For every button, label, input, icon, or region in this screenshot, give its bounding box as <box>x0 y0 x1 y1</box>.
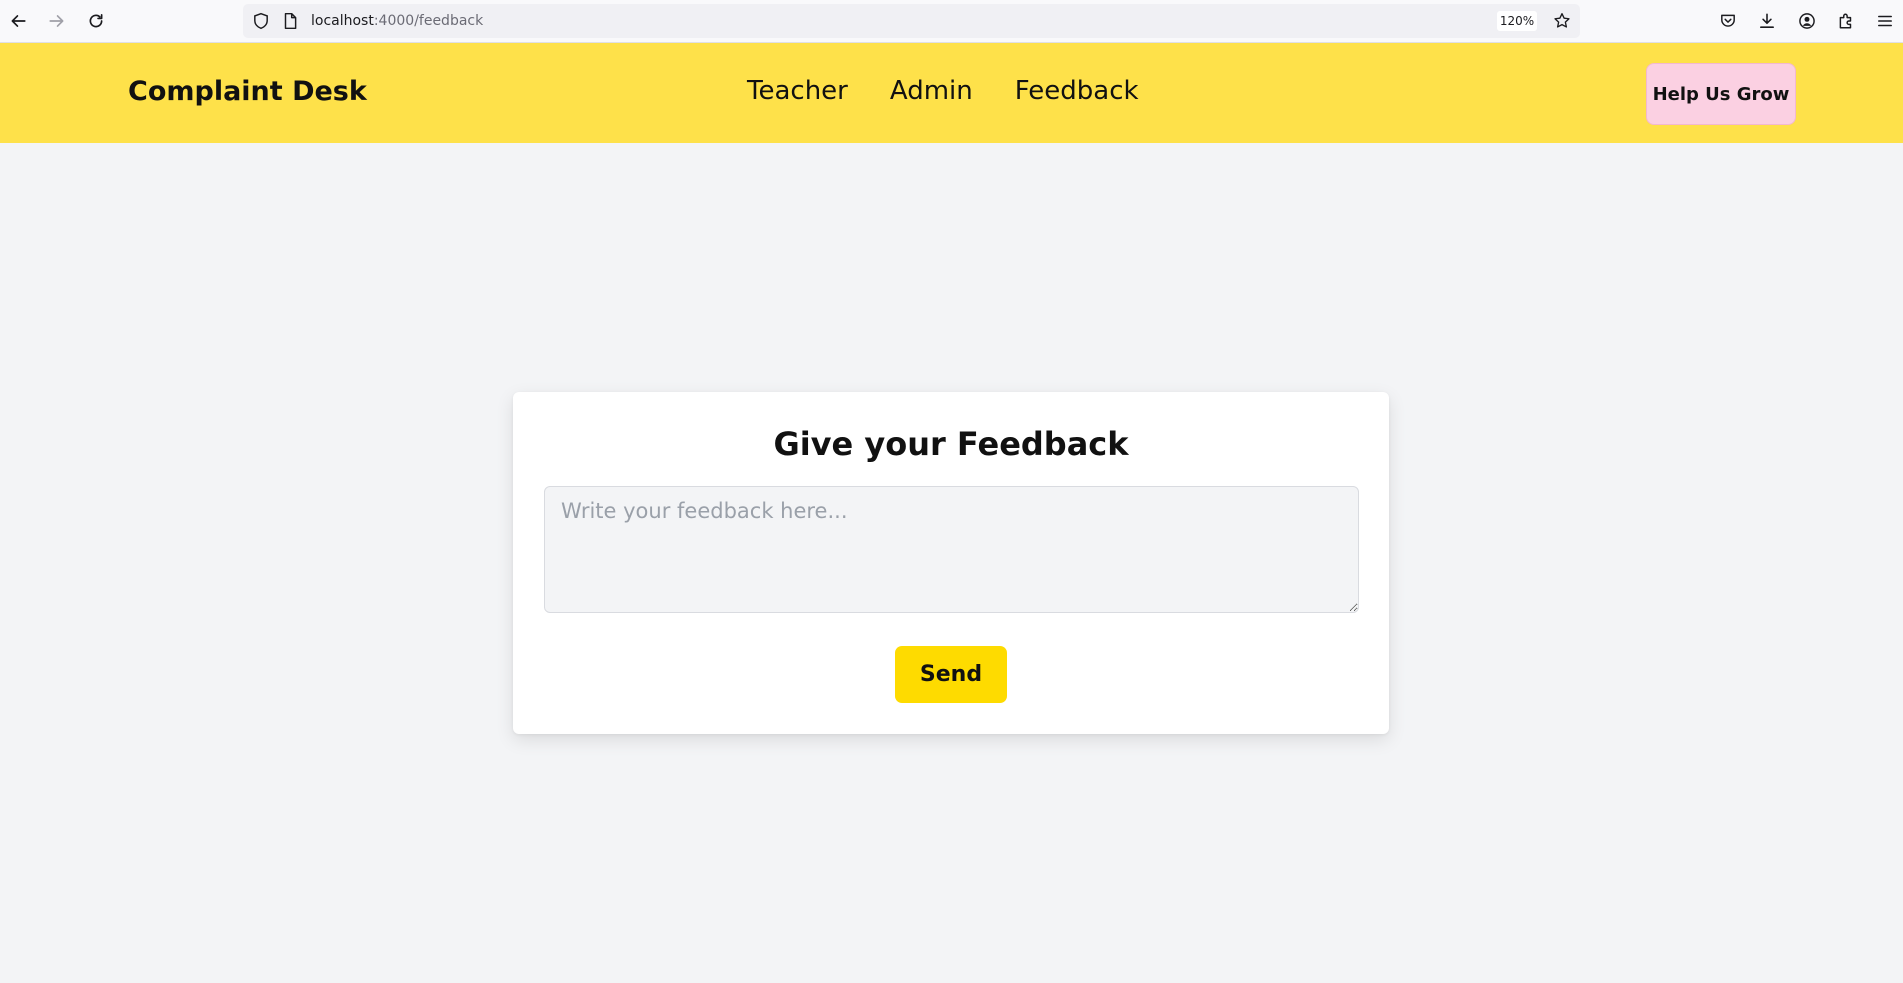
reload-icon[interactable] <box>82 7 110 35</box>
feedback-card: Give your Feedback Send <box>513 392 1389 734</box>
send-button[interactable]: Send <box>895 646 1007 703</box>
url-path: :4000/feedback <box>373 13 484 29</box>
main-nav: Teacher Admin Feedback <box>747 76 1139 106</box>
account-icon[interactable] <box>1796 10 1818 32</box>
nav-link-admin[interactable]: Admin <box>890 76 973 106</box>
page-icon <box>279 10 301 32</box>
feedback-textarea[interactable] <box>544 486 1359 613</box>
shield-icon[interactable] <box>250 10 272 32</box>
nav-link-feedback[interactable]: Feedback <box>1015 76 1139 106</box>
brand-logo[interactable]: Complaint Desk <box>128 76 367 107</box>
pocket-icon[interactable] <box>1717 10 1739 32</box>
feedback-title: Give your Feedback <box>773 425 1129 463</box>
url-text[interactable]: localhost:4000/feedback <box>311 13 483 29</box>
browser-toolbar: localhost:4000/feedback 120% <box>0 0 1903 43</box>
extensions-icon[interactable] <box>1835 10 1857 32</box>
back-icon[interactable] <box>4 7 32 35</box>
nav-link-teacher[interactable]: Teacher <box>747 76 848 106</box>
url-host: localhost <box>311 13 374 29</box>
download-icon[interactable] <box>1756 10 1778 32</box>
menu-icon[interactable] <box>1874 10 1896 32</box>
help-us-grow-button[interactable]: Help Us Grow <box>1646 63 1796 125</box>
address-bar[interactable]: localhost:4000/feedback 120% <box>243 4 1580 38</box>
bookmark-star-icon[interactable] <box>1551 10 1573 32</box>
site-header: Complaint Desk Teacher Admin Feedback He… <box>0 43 1903 143</box>
forward-icon[interactable] <box>43 7 71 35</box>
zoom-level[interactable]: 120% <box>1497 11 1537 31</box>
